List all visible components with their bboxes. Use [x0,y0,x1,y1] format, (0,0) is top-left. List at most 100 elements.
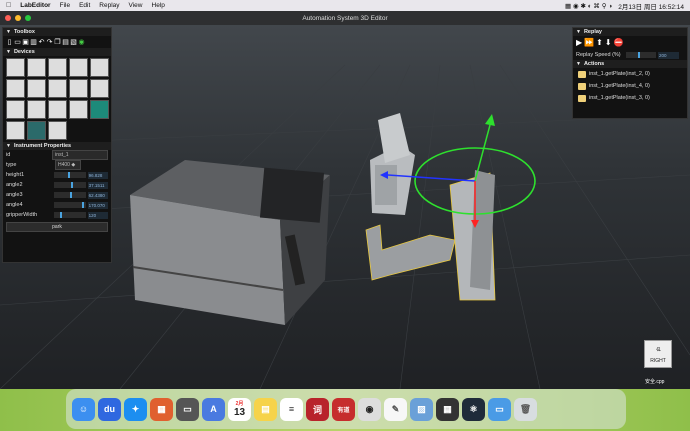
angle4-slider[interactable] [53,202,86,208]
gripper-width-slider[interactable] [53,212,86,218]
textedit-icon[interactable]: ✎ [384,397,407,421]
device-thumbnail[interactable] [6,79,25,98]
menubar-clock[interactable]: 2月13日 周日 16:52:14 [618,1,684,11]
device-thumbnail[interactable] [48,58,67,77]
finder-icon[interactable]: ☺ [72,397,95,421]
dictionary-icon[interactable]: 词 [306,397,329,421]
type-select[interactable]: H400 ◆ [55,160,81,170]
replay-speed-label: Replay Speed (%) [576,52,621,58]
device-thumbnail[interactable] [27,121,46,140]
left-panel: ▼Toolbox ▯ ▭ ▣ ▥ ↶ ↷ ❐ ▤ ▧ ◉ ▼Devices [2,27,112,263]
maps-icon[interactable]: A [202,397,225,421]
device-thumbnail[interactable] [48,121,67,140]
slider-knob[interactable] [71,182,74,188]
devices-header[interactable]: ▼ Devices [3,48,111,56]
action-item[interactable]: inst_1.getPlate(inst_4, 0) [573,80,687,92]
toolbox-header[interactable]: ▼ Toolbox [3,28,111,36]
screen-mirror-icon[interactable]: ▭ [176,397,199,421]
device-thumbnail[interactable] [6,58,25,77]
device-thumbnail[interactable] [90,100,109,119]
undo-icon[interactable]: ↶ [38,38,45,46]
screenshot-icon[interactable]: ◉ [358,397,381,421]
device-thumbnail[interactable] [27,100,46,119]
view-cube[interactable]: qt RIGHT [644,340,672,368]
angle3-value[interactable]: 62.4380 [87,191,108,199]
eye-icon[interactable]: ◉ [78,38,85,46]
menu-replay[interactable]: Replay [99,2,119,9]
device-thumbnail[interactable] [27,79,46,98]
menu-help[interactable]: Help [152,2,165,9]
redo-icon[interactable]: ↷ [46,38,53,46]
actions-header[interactable]: ▼ Actions [573,60,687,68]
device-thumbnail[interactable] [90,58,109,77]
save-icon[interactable]: ▣ [22,38,29,46]
trash-icon[interactable]: 🗑 [514,397,537,421]
minimize-window-button[interactable] [15,15,21,21]
device-thumbnail[interactable] [6,100,25,119]
open-folder-icon[interactable]: ▭ [14,38,21,46]
gripper-width-value[interactable]: 120 [87,211,108,219]
angle2-value[interactable]: 37.1511 [87,181,108,189]
export-icon[interactable]: ▧ [70,38,77,46]
delete-icon[interactable]: ▥ [30,38,37,46]
park-button[interactable]: park [6,222,108,232]
apple-icon[interactable]:  [6,2,11,9]
preview-icon[interactable]: ▨ [410,397,433,421]
calculator-icon[interactable]: ▦ [436,397,459,421]
angle4-value[interactable]: 170.070 [87,201,108,209]
height1-value[interactable]: 96.828 [87,171,108,179]
desktop-file-label[interactable]: 安全.cpp [645,378,664,385]
step-up-icon[interactable]: ⬆ [596,39,603,47]
downloads-folder-icon[interactable]: ▭ [488,397,511,421]
baidu-icon[interactable]: du [98,397,121,421]
replay-toolbar: ▶ ⏩ ⬆ ⬇ ⛔ [573,36,687,50]
menu-view[interactable]: View [129,2,143,9]
new-file-icon[interactable]: ▯ [6,38,13,46]
replay-header[interactable]: ▼ Replay [573,28,687,36]
copy-icon[interactable]: ❐ [54,38,61,46]
device-thumbnail[interactable] [69,100,88,119]
device-thumbnail[interactable] [48,100,67,119]
angle3-slider[interactable] [53,192,86,198]
reminders-icon[interactable]: ≡ [280,397,303,421]
plate-hotel[interactable] [370,113,415,215]
slider-knob[interactable] [82,202,85,208]
replay-speed-slider[interactable] [626,52,656,58]
menu-file[interactable]: File [60,2,70,9]
instrument-box-large[interactable] [130,160,330,325]
action-item[interactable]: inst_1.getPlate(inst_2, 0) [573,68,687,80]
angle2-slider[interactable] [53,182,86,188]
action-item[interactable]: inst_1.getPlate(inst_3, 0) [573,92,687,104]
device-thumbnail[interactable] [90,79,109,98]
device-thumbnail[interactable] [48,79,67,98]
launchpad-icon[interactable]: ▦ [150,397,173,421]
device-thumbnail[interactable] [69,58,88,77]
menu-edit[interactable]: Edit [79,2,90,9]
play-icon[interactable]: ▶ [576,39,582,47]
close-window-button[interactable] [5,15,11,21]
slider-knob[interactable] [69,192,72,198]
safari-icon[interactable]: ✦ [124,397,147,421]
fast-forward-icon[interactable]: ⏩ [584,39,594,47]
paste-icon[interactable]: ▤ [62,38,69,46]
calendar-icon[interactable]: 2月 13 [228,397,251,421]
stop-icon[interactable]: ⛔ [614,39,624,47]
status-icons[interactable]: ▦ ◉ ✱ ◐ ⌘ ⚲ ◑ [565,2,612,10]
height1-slider[interactable] [53,172,86,178]
device-thumbnail[interactable] [27,58,46,77]
menu-app-name[interactable]: LabEditor [20,2,50,9]
youdao-icon[interactable]: 有道 [332,397,355,421]
device-thumbnail[interactable] [6,121,25,140]
instrument-properties-header[interactable]: ▼ Instrument Properties [3,142,111,150]
replay-speed-value[interactable]: 200 [658,51,679,59]
electron-icon[interactable]: ⚛ [462,397,485,421]
id-input[interactable]: inst_1 [52,150,108,160]
notes-icon[interactable]: ▤ [254,397,277,421]
step-down-icon[interactable]: ⬇ [605,39,612,47]
slider-knob[interactable] [59,212,62,218]
slider-knob[interactable] [638,52,640,58]
device-thumbnail[interactable] [69,79,88,98]
zoom-window-button[interactable] [25,15,31,21]
3d-viewport[interactable]: ▼Toolbox ▯ ▭ ▣ ▥ ↶ ↷ ❐ ▤ ▧ ◉ ▼Devices [0,25,690,389]
slider-knob[interactable] [67,172,70,178]
